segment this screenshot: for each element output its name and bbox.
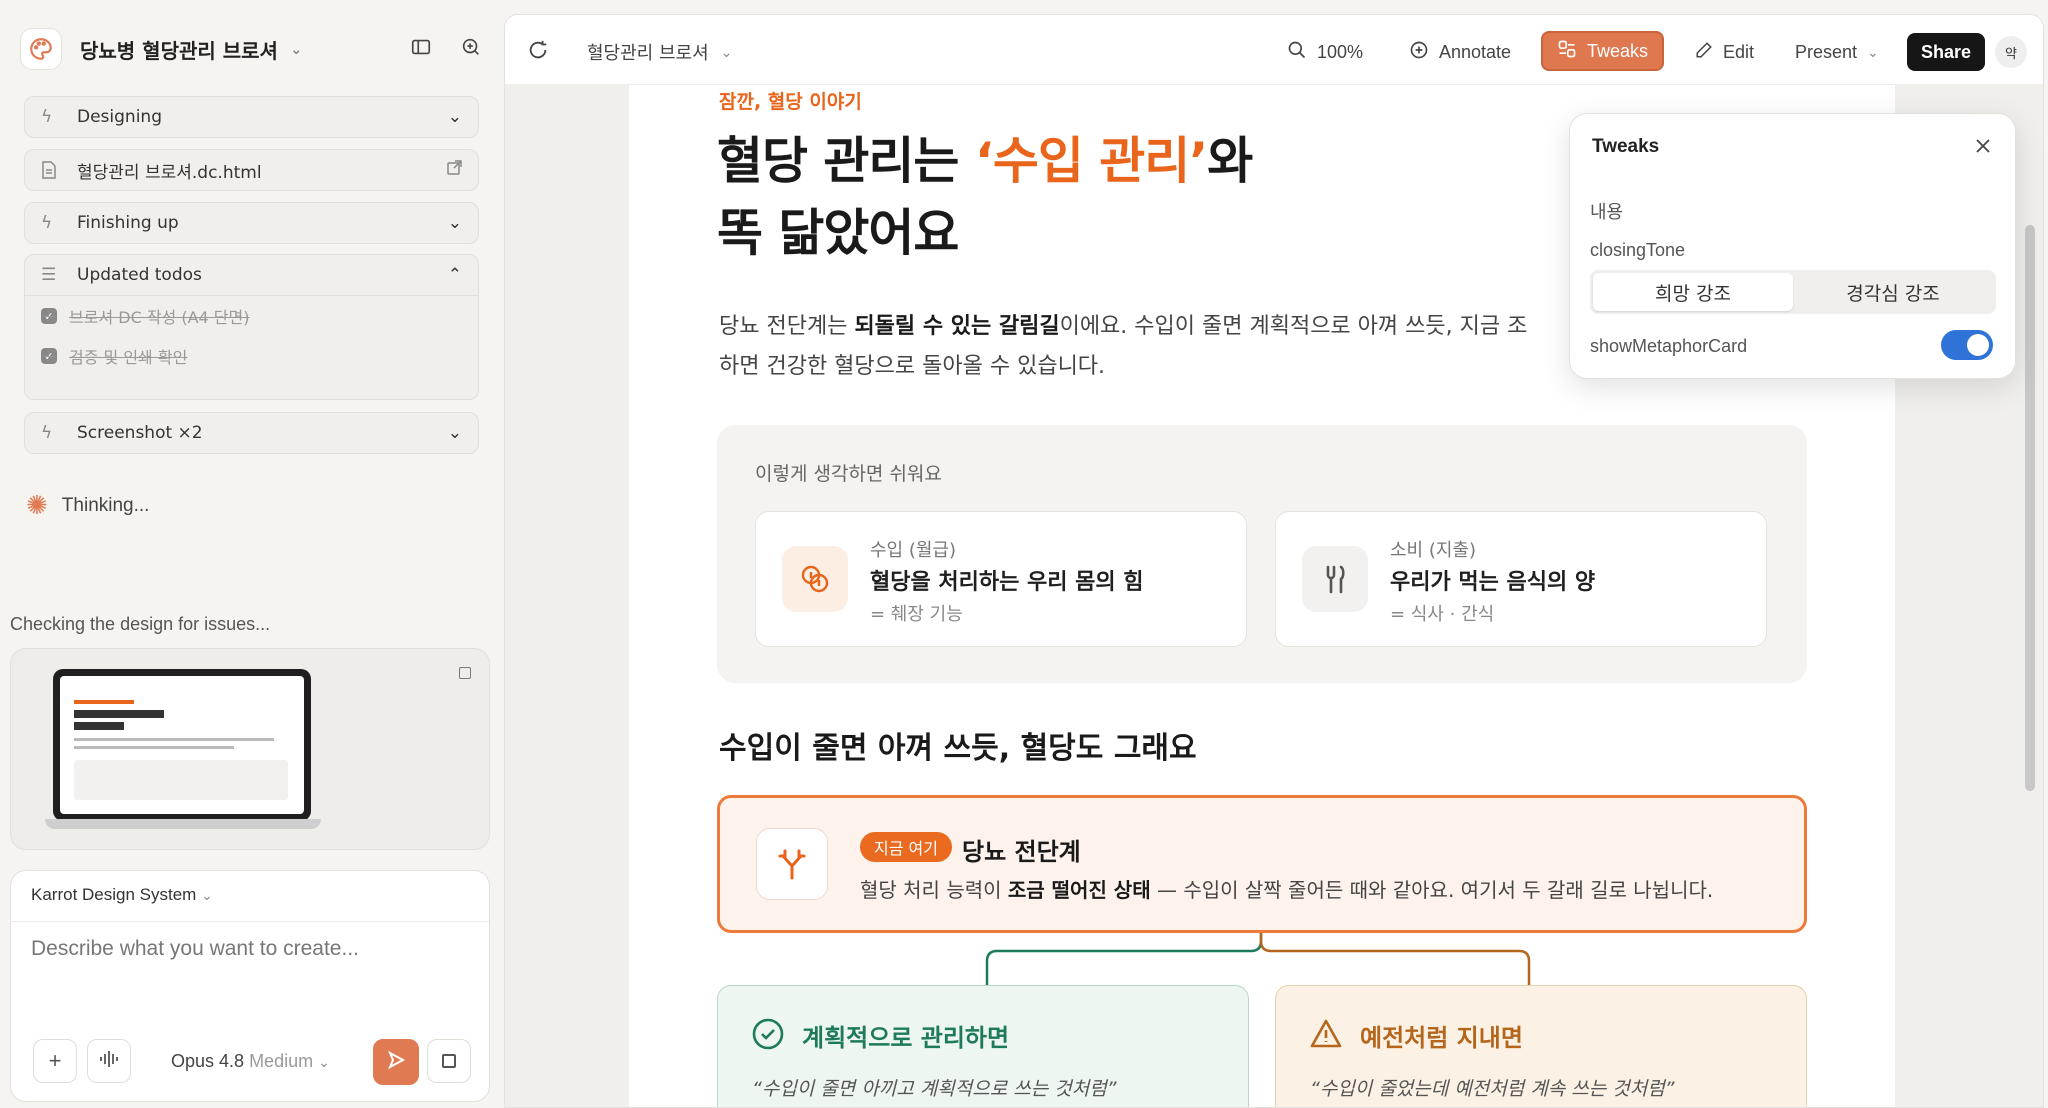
segment-option-alert[interactable]: 경각심 강조: [1793, 273, 1993, 311]
branch-connector: [985, 933, 1531, 989]
scrollbar[interactable]: [2025, 225, 2035, 791]
reload-icon: [527, 39, 549, 66]
prompt-input[interactable]: [31, 937, 471, 961]
checkbox-checked-icon: ✓: [41, 308, 57, 324]
laptop-preview-image: [45, 669, 321, 829]
search-icon: [1287, 40, 1307, 65]
stage-title: 당뇨 전단계: [962, 838, 1081, 866]
screenshot-thumbnail[interactable]: [10, 648, 490, 850]
thinking-status: ✺ Thinking...: [26, 490, 149, 521]
thinking-label: Thinking...: [61, 494, 150, 516]
fork-knife-icon: [1302, 546, 1368, 612]
annotate-button[interactable]: Annotate: [1409, 33, 1511, 71]
fork-arrow-icon: [756, 828, 828, 900]
step-screenshot[interactable]: ϟ Screenshot ×2 ⌄: [24, 412, 479, 454]
bad-path-card: 예전처럼 지내면 “수입이 줄었는데 예전처럼 계속 쓰는 것처럼”: [1275, 985, 1807, 1107]
spending-card: 소비 (지출) 우리가 먹는 음식의 양 = 식사 · 간식: [1275, 511, 1767, 647]
chevron-down-icon: ⌄: [720, 43, 733, 60]
chevron-down-icon[interactable]: ⌄: [448, 107, 462, 127]
tweaks-icon: [1557, 39, 1577, 64]
composer: Karrot Design System ⌄ + Opus 4.8 Medium…: [10, 870, 490, 1102]
tweaks-title: Tweaks: [1592, 136, 1660, 157]
metaphor-toggle-label: showMetaphorCard: [1590, 336, 1748, 356]
expand-icon[interactable]: [459, 667, 471, 679]
checklist-icon: ☰: [41, 265, 57, 285]
chevron-down-icon[interactable]: ⌄: [448, 213, 462, 233]
file-name: 혈당관리 브로셔.dc.html: [77, 162, 262, 183]
file-icon: [41, 161, 63, 179]
check-circle-icon: [750, 1016, 786, 1052]
step-finishing[interactable]: ϟ Finishing up ⌄: [24, 202, 479, 244]
stop-icon: [442, 1054, 456, 1068]
project-title[interactable]: 당뇨병 혈당관리 브로셔: [80, 35, 278, 64]
kicker: 잠깐, 혈당 이야기: [719, 91, 862, 113]
chevron-down-icon: ⌄: [1867, 43, 1879, 60]
section-title: 수입이 줄면 아껴 쓰듯, 혈당도 그래요: [719, 731, 1197, 766]
pencil-icon: [1695, 41, 1713, 64]
status-badge: 지금 여기: [860, 832, 952, 862]
metaphor-card: 이렇게 생각하면 쉬워요 수입 (월급) 혈당을 처리하는 우리 몸의 힘 = …: [717, 425, 1807, 683]
chat-panel: 당뇨병 혈당관리 브로셔 ⌄ ϟ Designing ⌄ 혈당관리 브로셔.dc.h…: [0, 0, 502, 1108]
todo-item: ✓ 브로셔 DC 작성 (A4 단면): [25, 296, 478, 336]
send-button[interactable]: [373, 1039, 419, 1085]
user-avatar[interactable]: 약: [1995, 33, 2027, 71]
design-system-selector[interactable]: Karrot Design System ⌄: [31, 885, 213, 905]
closing-tone-label: closingTone: [1590, 240, 1686, 260]
open-external-icon[interactable]: [446, 159, 462, 181]
coins-icon: [782, 546, 848, 612]
annotate-icon: [1409, 40, 1429, 65]
document-title[interactable]: 혈당관리 브로셔 ⌄: [587, 33, 732, 71]
metaphor-card-toggle[interactable]: [1941, 330, 1993, 360]
send-icon: [386, 1050, 406, 1075]
toolbar: 혈당관리 브로셔 ⌄ 100% Annotate Tweaks Edit Pres…: [505, 15, 2043, 85]
project-header: 당뇨병 혈당관리 브로셔 ⌄: [20, 24, 490, 74]
close-icon[interactable]: [1969, 132, 1997, 160]
closing-tone-segmented-control[interactable]: 희망 강조 경각심 강조: [1590, 270, 1996, 314]
lightning-icon: ϟ: [41, 213, 53, 233]
palette-icon[interactable]: [20, 28, 62, 70]
page-title: 혈당 관리는 ‘수입 관리’와 똑 닮았어요: [717, 132, 1253, 262]
step-label: Updated todos: [77, 265, 202, 285]
section-label: 내용: [1590, 202, 1624, 222]
current-stage-card: 지금 여기 당뇨 전단계 혈당 처리 능력이 조금 떨어진 상태 — 수입이 살…: [717, 795, 1807, 933]
reload-button[interactable]: [527, 33, 549, 71]
chevron-down-icon[interactable]: ⌄: [290, 40, 303, 58]
warning-icon: [1308, 1016, 1344, 1052]
chevron-up-icon[interactable]: ⌃: [448, 265, 462, 285]
step-file[interactable]: 혈당관리 브로셔.dc.html: [24, 149, 479, 191]
model-selector[interactable]: Opus 4.8 Medium ⌄: [171, 1051, 330, 1072]
step-label: Designing: [77, 107, 162, 127]
stop-button[interactable]: [427, 1039, 471, 1083]
sidebar-toggle-icon[interactable]: [410, 36, 432, 63]
income-card: 수입 (월급) 혈당을 처리하는 우리 몸의 힘 = 췌장 기능: [755, 511, 1247, 647]
tweaks-panel: Tweaks 내용 closingTone 희망 강조 경각심 강조 showM…: [1569, 113, 2016, 379]
lightning-icon: ϟ: [41, 423, 53, 443]
present-button[interactable]: Present ⌄: [1795, 33, 1879, 71]
step-label: Finishing up: [77, 213, 179, 233]
todo-item: ✓ 검증 및 인쇄 확인: [25, 336, 478, 376]
step-todos[interactable]: ☰ Updated todos ⌃ ✓ 브로셔 DC 작성 (A4 단면) ✓ 검증 및…: [24, 254, 479, 400]
checking-status: Checking the design for issues...: [10, 614, 271, 634]
share-button[interactable]: Share: [1907, 33, 1986, 71]
stage-description: 혈당 처리 능력이 조금 떨어진 상태 — 수입이 살짝 줄어든 때와 같아요.…: [860, 878, 1714, 902]
new-chat-icon[interactable]: [460, 36, 482, 63]
checkbox-checked-icon: ✓: [41, 348, 57, 364]
spinner-burst-icon: ✺: [26, 490, 48, 520]
lightning-icon: ϟ: [41, 107, 53, 127]
waveform-icon: [98, 1048, 120, 1074]
edit-button[interactable]: Edit: [1695, 33, 1754, 71]
chevron-down-icon[interactable]: ⌄: [448, 423, 462, 443]
zoom-control[interactable]: 100%: [1287, 33, 1363, 71]
step-designing[interactable]: ϟ Designing ⌄: [24, 96, 479, 138]
good-path-card: 계획적으로 관리하면 “수입이 줄면 아끼고 계획적으로 쓰는 것처럼”: [717, 985, 1249, 1107]
metaphor-title: 이렇게 생각하면 쉬워요: [755, 463, 942, 485]
plus-icon: +: [48, 1048, 62, 1073]
voice-button[interactable]: [87, 1039, 131, 1083]
step-label: Screenshot ×2: [77, 423, 203, 443]
chevron-down-icon: ⌄: [318, 1054, 330, 1070]
segment-option-hope[interactable]: 희망 강조: [1593, 273, 1793, 311]
chevron-down-icon: ⌄: [201, 887, 213, 903]
add-attachment-button[interactable]: +: [33, 1039, 77, 1083]
tweaks-button[interactable]: Tweaks: [1541, 31, 1665, 71]
